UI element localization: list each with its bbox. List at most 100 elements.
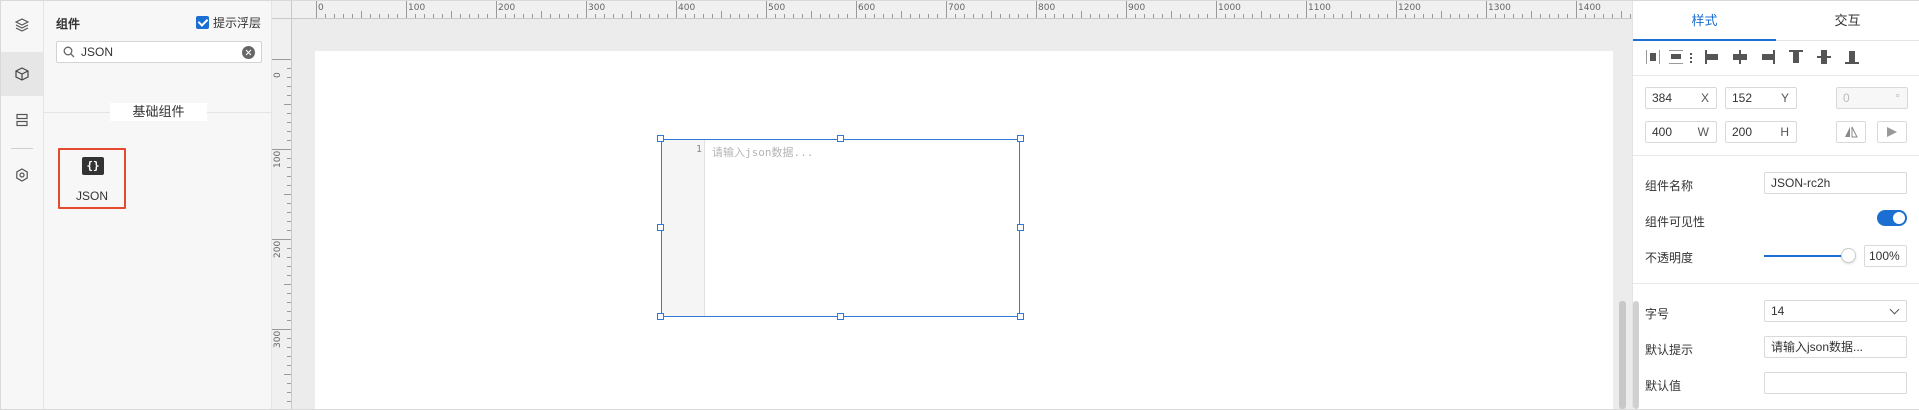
distribute-vertical-icon[interactable] (1667, 48, 1685, 66)
height-field[interactable]: 200 H (1725, 121, 1797, 143)
app-window: 组件 提示浮层 基础组件 {} JSON 0100200300400500600… (0, 0, 1919, 410)
font-size-select[interactable]: 14 (1764, 300, 1907, 322)
resize-handle-nw[interactable] (657, 135, 664, 142)
ruler-label: 200 (273, 240, 283, 258)
ruler-tick (1306, 1, 1307, 18)
ruler-tick (1387, 14, 1388, 18)
ruler-tick (1477, 14, 1478, 18)
rail-layers-button[interactable] (1, 3, 43, 47)
template-icon (16, 113, 28, 127)
json-editor-placeholder[interactable]: 请输入json数据... (712, 144, 813, 160)
ruler-tick (287, 122, 291, 123)
align-bottom-icon[interactable] (1843, 48, 1861, 66)
ruler-tick (1414, 14, 1415, 18)
ruler-tick (287, 266, 291, 267)
align-right-icon[interactable] (1759, 48, 1777, 66)
json-editor-component[interactable]: 1 请输入json数据... (661, 139, 1020, 317)
overlay-hint-checkbox[interactable]: 提示浮层 (196, 14, 261, 31)
ruler-tick (613, 14, 614, 18)
properties-panel: 样式 交互 384 X 152 Y 0 ° 400 W 200 H 组件名称 J… (1632, 1, 1919, 409)
ruler-tick (451, 11, 452, 18)
ruler-tick (352, 14, 353, 18)
ruler-tick (568, 14, 569, 18)
clear-search-icon[interactable] (242, 45, 255, 59)
flip-horizontal-icon (1845, 126, 1858, 138)
search-input[interactable] (81, 45, 242, 59)
ruler-label: 400 (678, 3, 696, 13)
props-scrollbar[interactable] (1633, 301, 1639, 409)
resize-handle-sw[interactable] (657, 313, 664, 320)
y-field[interactable]: 152 Y (1725, 87, 1797, 109)
visibility-toggle[interactable] (1877, 210, 1907, 226)
checkbox-checked-icon[interactable] (196, 16, 209, 29)
rotation-unit: ° (1895, 91, 1900, 105)
align-top-icon[interactable] (1787, 48, 1805, 66)
rail-components-button[interactable] (1, 52, 43, 96)
ruler-tick (1198, 14, 1199, 18)
ruler-tick (1333, 14, 1334, 18)
ruler-tick (287, 302, 291, 303)
resize-handle-s[interactable] (837, 313, 844, 320)
placeholder-input[interactable]: 请输入json数据... (1764, 336, 1907, 358)
resize-handle-e[interactable] (1017, 224, 1024, 231)
ruler-tick (287, 338, 291, 339)
ruler-tick (1558, 14, 1559, 18)
ruler-tick (685, 14, 686, 18)
flip-vertical-button[interactable] (1877, 121, 1907, 143)
ruler-tick (532, 14, 533, 18)
ruler-tick (284, 374, 291, 375)
ruler-tick (991, 11, 992, 18)
ruler-tick (631, 11, 632, 18)
y-value: 152 (1732, 91, 1753, 105)
component-search (56, 41, 262, 63)
default-value-input[interactable] (1764, 372, 1907, 394)
resize-handle-ne[interactable] (1017, 135, 1024, 142)
align-left-icon[interactable] (1703, 48, 1721, 66)
align-middle-icon[interactable] (1815, 48, 1833, 66)
ruler-tick (730, 14, 731, 18)
components-panel: 组件 提示浮层 基础组件 {} JSON (44, 1, 272, 409)
opacity-slider-handle[interactable] (1841, 248, 1856, 263)
ruler-tick (883, 14, 884, 18)
ruler-tick (1036, 1, 1037, 18)
flip-horizontal-button[interactable] (1836, 121, 1866, 143)
ruler-tick (487, 14, 488, 18)
opacity-input[interactable]: 100% (1864, 245, 1907, 267)
canvas-scrollbar[interactable] (1619, 301, 1626, 409)
canvas-area[interactable]: 0 100 200 300 400 500 600 700 800 900 1000 1100 1200… (272, 1, 1632, 409)
settings-icon (16, 168, 28, 182)
ruler-tick (982, 14, 983, 18)
ruler-tick (287, 392, 291, 393)
props-divider (1633, 283, 1919, 284)
resize-handle-w[interactable] (657, 224, 664, 231)
rail-settings-button[interactable] (1, 153, 43, 197)
overlay-hint-label: 提示浮层 (213, 16, 262, 30)
height-label: H (1780, 125, 1789, 139)
resize-handle-se[interactable] (1017, 313, 1024, 320)
ruler-tick (287, 230, 291, 231)
tab-style[interactable]: 样式 (1633, 1, 1776, 41)
visibility-label: 组件可见性 (1645, 215, 1706, 229)
opacity-slider-track[interactable] (1764, 255, 1846, 257)
ruler-tick (379, 14, 380, 18)
align-center-horizontal-icon[interactable] (1731, 48, 1749, 66)
more-dots-icon[interactable] (1685, 48, 1703, 66)
ruler-tick (361, 11, 362, 18)
x-field[interactable]: 384 X (1645, 87, 1717, 109)
distribute-horizontal-icon[interactable] (1645, 48, 1663, 66)
ruler-label: 100 (408, 3, 426, 13)
ruler-tick (793, 14, 794, 18)
component-name-input[interactable]: JSON-rc2h (1764, 172, 1907, 194)
rail-templates-button[interactable] (1, 98, 43, 142)
component-tile-json[interactable]: {} JSON (58, 148, 126, 209)
tab-interaction[interactable]: 交互 (1776, 1, 1919, 41)
ruler-tick (388, 14, 389, 18)
height-value: 200 (1732, 125, 1753, 139)
x-value: 384 (1652, 91, 1673, 105)
ruler-tick (946, 1, 947, 18)
ruler-tick (658, 14, 659, 18)
ruler-tick (1216, 1, 1217, 18)
width-field[interactable]: 400 W (1645, 121, 1717, 143)
resize-handle-n[interactable] (837, 135, 844, 142)
ruler-tick (1369, 14, 1370, 18)
